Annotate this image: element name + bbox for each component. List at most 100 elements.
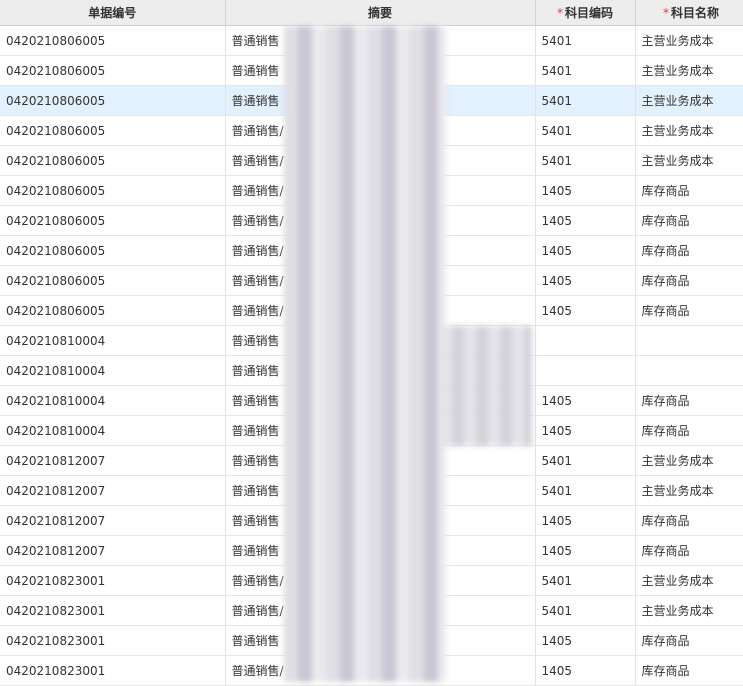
cell-summary[interactable]: 普通销售/ [225, 565, 536, 596]
cell-doc-no[interactable]: 0420210823001 [0, 655, 226, 686]
cell-doc-no[interactable]: 0420210810004 [0, 355, 226, 386]
cell-doc-no[interactable]: 0420210806005 [0, 205, 226, 236]
cell-account-name[interactable]: 主营业务成本 [635, 85, 743, 116]
cell-account-name[interactable] [635, 325, 743, 356]
cell-doc-no[interactable]: 0420210823001 [0, 595, 226, 626]
table-row[interactable]: 0420210806005 普通销售/1405 库存商品 [0, 235, 743, 266]
table-row[interactable]: 0420210810004 普通销售 1405 库存商品 [0, 415, 743, 446]
cell-account-name[interactable]: 库存商品 [635, 295, 743, 326]
cell-account-name[interactable]: 主营业务成本 [635, 475, 743, 506]
cell-account-code[interactable]: 5401 [535, 595, 636, 626]
cell-account-name[interactable]: 主营业务成本 [635, 595, 743, 626]
table-row[interactable]: 0420210823001 普通销售 1405 库存商品 [0, 625, 743, 656]
cell-summary[interactable]: 普通销售/ [225, 265, 536, 296]
cell-account-code[interactable]: 1405 [535, 655, 636, 686]
table-row[interactable]: 0420210810004 普通销售 1405 库存商品 [0, 385, 743, 416]
cell-account-code[interactable]: 1405 [535, 535, 636, 566]
cell-account-code[interactable]: 1405 [535, 265, 636, 296]
cell-account-code[interactable]: 1405 [535, 205, 636, 236]
cell-account-code[interactable]: 1405 [535, 235, 636, 266]
table-row[interactable]: 0420210810004 普通销售 [0, 325, 743, 356]
cell-account-code[interactable]: 5401 [535, 55, 636, 86]
cell-account-name[interactable]: 库存商品 [635, 505, 743, 536]
cell-summary[interactable]: 普通销售 [225, 475, 536, 506]
cell-account-name[interactable]: 库存商品 [635, 535, 743, 566]
cell-doc-no[interactable]: 0420210812007 [0, 505, 226, 536]
table-row[interactable]: 0420210812007 普通销售 5401 主营业务成本 [0, 445, 743, 476]
cell-summary[interactable]: 普通销售/ [225, 595, 536, 626]
cell-doc-no[interactable]: 0420210810004 [0, 385, 226, 416]
cell-account-name[interactable]: 库存商品 [635, 385, 743, 416]
cell-account-name[interactable]: 主营业务成本 [635, 55, 743, 86]
table-row[interactable]: 0420210823001 普通销售/5401 主营业务成本 [0, 565, 743, 596]
table-row[interactable]: 0420210806005 普通销售/1405 库存商品 [0, 205, 743, 236]
cell-account-name[interactable]: 主营业务成本 [635, 445, 743, 476]
cell-summary[interactable]: 普通销售 [225, 445, 536, 476]
cell-account-name[interactable]: 主营业务成本 [635, 565, 743, 596]
cell-doc-no[interactable]: 0420210806005 [0, 175, 226, 206]
cell-doc-no[interactable]: 0420210806005 [0, 295, 226, 326]
cell-account-name[interactable]: 库存商品 [635, 625, 743, 656]
cell-account-name[interactable]: 库存商品 [635, 265, 743, 296]
cell-doc-no[interactable]: 0420210810004 [0, 415, 226, 446]
cell-summary[interactable]: 普通销售 [225, 25, 536, 56]
cell-account-name[interactable]: 库存商品 [635, 205, 743, 236]
cell-summary[interactable]: 普通销售/ [225, 235, 536, 266]
cell-account-name[interactable]: 库存商品 [635, 235, 743, 266]
cell-account-code[interactable]: 5401 [535, 565, 636, 596]
cell-doc-no[interactable]: 0420210806005 [0, 265, 226, 296]
cell-summary[interactable]: 普通销售/ [225, 655, 536, 686]
header-account-name[interactable]: * 科目名称 [635, 0, 743, 26]
cell-account-code[interactable]: 5401 [535, 85, 636, 116]
cell-doc-no[interactable]: 0420210806005 [0, 85, 226, 116]
table-row[interactable]: 0420210806005 普通销售/1405 库存商品 [0, 295, 743, 326]
cell-account-code[interactable]: 5401 [535, 445, 636, 476]
cell-account-code[interactable]: 1405 [535, 385, 636, 416]
cell-summary[interactable]: 普通销售 [225, 85, 536, 116]
table-row[interactable]: 0420210806005 普通销售/1405 库存商品 [0, 265, 743, 296]
cell-account-code[interactable] [535, 325, 636, 356]
table-row[interactable]: 0420210806005 普通销售/5401 主营业务成本 [0, 115, 743, 146]
table-row[interactable]: 0420210812007 普通销售 1405 库存商品 [0, 505, 743, 536]
cell-account-name[interactable]: 库存商品 [635, 655, 743, 686]
cell-doc-no[interactable]: 0420210806005 [0, 235, 226, 266]
cell-summary[interactable]: 普通销售 [225, 385, 536, 416]
table-row[interactable]: 0420210812007 普通销售 5401 主营业务成本 [0, 475, 743, 506]
cell-account-code[interactable]: 1405 [535, 175, 636, 206]
cell-summary[interactable]: 普通销售/ [225, 295, 536, 326]
cell-account-code[interactable]: 1405 [535, 415, 636, 446]
cell-doc-no[interactable]: 0420210806005 [0, 145, 226, 176]
cell-summary[interactable]: 普通销售 [225, 505, 536, 536]
cell-account-code[interactable]: 1405 [535, 505, 636, 536]
cell-doc-no[interactable]: 0420210823001 [0, 625, 226, 656]
cell-account-name[interactable] [635, 355, 743, 386]
cell-doc-no[interactable]: 0420210812007 [0, 535, 226, 566]
cell-account-code[interactable]: 1405 [535, 625, 636, 656]
header-doc-no[interactable]: 单据编号 [0, 0, 226, 26]
table-row[interactable]: 0420210806005 普通销售 5401 主营业务成本 [0, 55, 743, 86]
cell-doc-no[interactable]: 0420210810004 [0, 325, 226, 356]
cell-account-name[interactable]: 主营业务成本 [635, 25, 743, 56]
cell-summary[interactable]: 普通销售/ [225, 115, 536, 146]
cell-doc-no[interactable]: 0420210806005 [0, 115, 226, 146]
table-row[interactable]: 0420210806005 普通销售/1405 库存商品 [0, 175, 743, 206]
table-row[interactable]: 0420210823001 普通销售/1405 库存商品 [0, 655, 743, 686]
cell-summary[interactable]: 普通销售 [225, 355, 536, 386]
cell-doc-no[interactable]: 0420210806005 [0, 25, 226, 56]
cell-summary[interactable]: 普通销售/ [225, 175, 536, 206]
table-row[interactable]: 0420210823001 普通销售/5401 主营业务成本 [0, 595, 743, 626]
cell-account-code[interactable]: 5401 [535, 115, 636, 146]
table-row[interactable]: 0420210812007 普通销售 1405 库存商品 [0, 535, 743, 566]
table-row[interactable]: 0420210810004 普通销售 [0, 355, 743, 386]
cell-doc-no[interactable]: 0420210812007 [0, 475, 226, 506]
cell-summary[interactable]: 普通销售 [225, 415, 536, 446]
table-row[interactable]: 0420210806005 普通销售 5401 主营业务成本 [0, 25, 743, 56]
cell-summary[interactable]: 普通销售 [225, 625, 536, 656]
cell-summary[interactable]: 普通销售 [225, 325, 536, 356]
header-summary[interactable]: 摘要 [225, 0, 536, 26]
cell-account-code[interactable]: 5401 [535, 145, 636, 176]
table-row[interactable]: 0420210806005 普通销售 5401 主营业务成本 [0, 85, 743, 116]
table-row[interactable]: 0420210806005 普通销售/5401 主营业务成本 [0, 145, 743, 176]
cell-summary[interactable]: 普通销售 [225, 55, 536, 86]
cell-summary[interactable]: 普通销售/ [225, 145, 536, 176]
